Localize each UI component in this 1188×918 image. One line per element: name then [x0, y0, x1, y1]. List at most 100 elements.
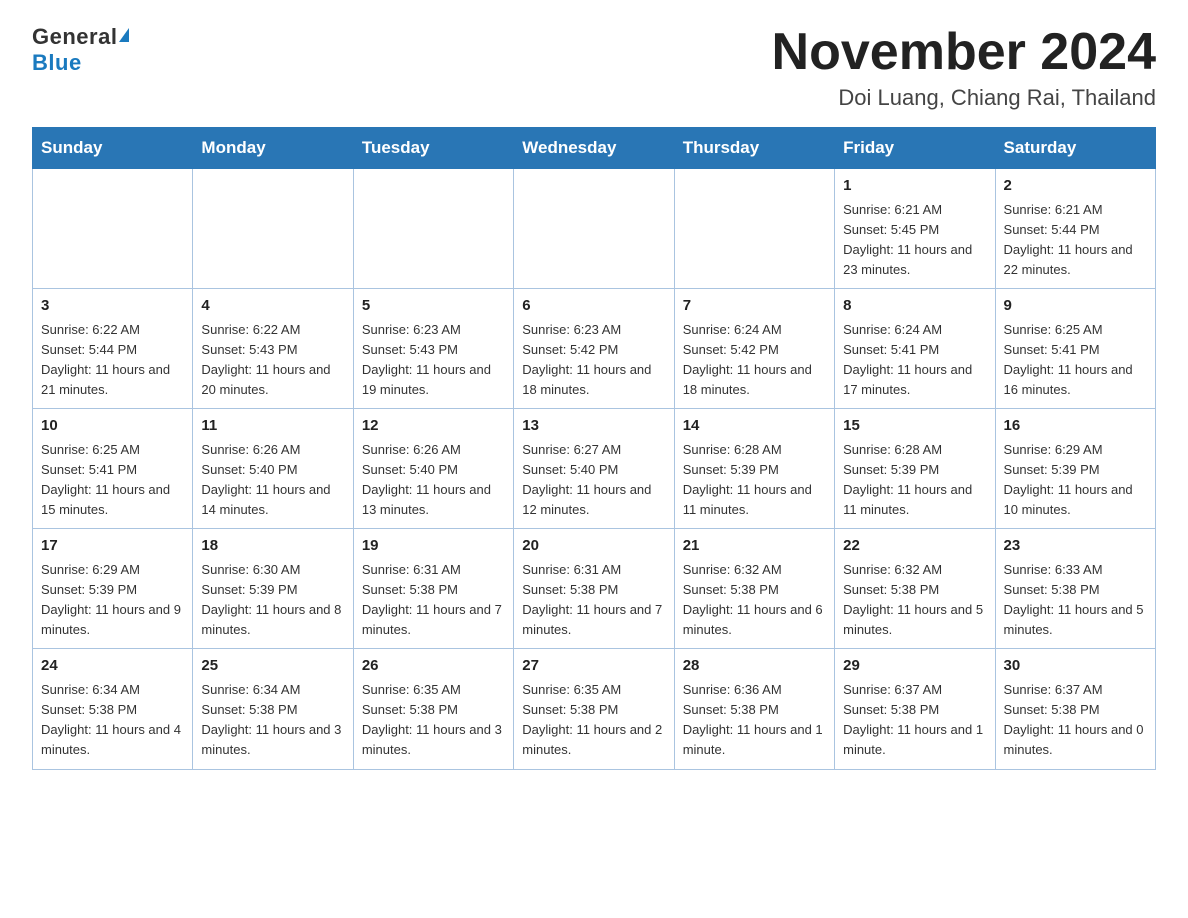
day-number: 17: [41, 535, 184, 558]
day-info: Sunrise: 6:34 AM Sunset: 5:38 PM Dayligh…: [201, 680, 344, 761]
day-info: Sunrise: 6:26 AM Sunset: 5:40 PM Dayligh…: [362, 440, 505, 521]
day-number: 10: [41, 415, 184, 438]
day-number: 5: [362, 295, 505, 318]
day-number: 28: [683, 655, 826, 678]
day-info: Sunrise: 6:24 AM Sunset: 5:42 PM Dayligh…: [683, 320, 826, 401]
day-info: Sunrise: 6:23 AM Sunset: 5:43 PM Dayligh…: [362, 320, 505, 401]
header-saturday: Saturday: [995, 128, 1155, 169]
header-thursday: Thursday: [674, 128, 834, 169]
week-row-5: 24Sunrise: 6:34 AM Sunset: 5:38 PM Dayli…: [33, 649, 1156, 769]
calendar-cell: 9Sunrise: 6:25 AM Sunset: 5:41 PM Daylig…: [995, 289, 1155, 409]
header-monday: Monday: [193, 128, 353, 169]
calendar-cell: [514, 169, 674, 289]
title-area: November 2024 Doi Luang, Chiang Rai, Tha…: [772, 24, 1156, 111]
calendar-cell: 17Sunrise: 6:29 AM Sunset: 5:39 PM Dayli…: [33, 529, 193, 649]
day-number: 25: [201, 655, 344, 678]
logo-blue-text: Blue: [32, 50, 82, 76]
calendar-cell: 27Sunrise: 6:35 AM Sunset: 5:38 PM Dayli…: [514, 649, 674, 769]
calendar-cell: [193, 169, 353, 289]
day-info: Sunrise: 6:31 AM Sunset: 5:38 PM Dayligh…: [522, 560, 665, 641]
day-number: 26: [362, 655, 505, 678]
day-number: 20: [522, 535, 665, 558]
calendar-cell: 11Sunrise: 6:26 AM Sunset: 5:40 PM Dayli…: [193, 409, 353, 529]
week-row-3: 10Sunrise: 6:25 AM Sunset: 5:41 PM Dayli…: [33, 409, 1156, 529]
calendar-cell: 3Sunrise: 6:22 AM Sunset: 5:44 PM Daylig…: [33, 289, 193, 409]
day-info: Sunrise: 6:32 AM Sunset: 5:38 PM Dayligh…: [843, 560, 986, 641]
logo: General Blue: [32, 24, 129, 76]
day-info: Sunrise: 6:26 AM Sunset: 5:40 PM Dayligh…: [201, 440, 344, 521]
day-info: Sunrise: 6:25 AM Sunset: 5:41 PM Dayligh…: [1004, 320, 1147, 401]
header-sunday: Sunday: [33, 128, 193, 169]
calendar-cell: 8Sunrise: 6:24 AM Sunset: 5:41 PM Daylig…: [835, 289, 995, 409]
day-info: Sunrise: 6:24 AM Sunset: 5:41 PM Dayligh…: [843, 320, 986, 401]
month-title: November 2024: [772, 24, 1156, 81]
calendar-cell: [674, 169, 834, 289]
day-info: Sunrise: 6:23 AM Sunset: 5:42 PM Dayligh…: [522, 320, 665, 401]
calendar-cell: 5Sunrise: 6:23 AM Sunset: 5:43 PM Daylig…: [353, 289, 513, 409]
calendar-cell: 10Sunrise: 6:25 AM Sunset: 5:41 PM Dayli…: [33, 409, 193, 529]
header-row: SundayMondayTuesdayWednesdayThursdayFrid…: [33, 128, 1156, 169]
day-number: 3: [41, 295, 184, 318]
day-info: Sunrise: 6:35 AM Sunset: 5:38 PM Dayligh…: [522, 680, 665, 761]
calendar-cell: 23Sunrise: 6:33 AM Sunset: 5:38 PM Dayli…: [995, 529, 1155, 649]
day-info: Sunrise: 6:29 AM Sunset: 5:39 PM Dayligh…: [1004, 440, 1147, 521]
day-info: Sunrise: 6:34 AM Sunset: 5:38 PM Dayligh…: [41, 680, 184, 761]
header-friday: Friday: [835, 128, 995, 169]
day-number: 22: [843, 535, 986, 558]
day-number: 2: [1004, 175, 1147, 198]
day-number: 30: [1004, 655, 1147, 678]
week-row-1: 1Sunrise: 6:21 AM Sunset: 5:45 PM Daylig…: [33, 169, 1156, 289]
day-info: Sunrise: 6:36 AM Sunset: 5:38 PM Dayligh…: [683, 680, 826, 761]
day-number: 24: [41, 655, 184, 678]
day-info: Sunrise: 6:29 AM Sunset: 5:39 PM Dayligh…: [41, 560, 184, 641]
calendar-cell: 13Sunrise: 6:27 AM Sunset: 5:40 PM Dayli…: [514, 409, 674, 529]
day-number: 8: [843, 295, 986, 318]
calendar-cell: 12Sunrise: 6:26 AM Sunset: 5:40 PM Dayli…: [353, 409, 513, 529]
day-number: 14: [683, 415, 826, 438]
day-number: 27: [522, 655, 665, 678]
header: General Blue November 2024 Doi Luang, Ch…: [32, 24, 1156, 111]
day-number: 19: [362, 535, 505, 558]
calendar-cell: 16Sunrise: 6:29 AM Sunset: 5:39 PM Dayli…: [995, 409, 1155, 529]
logo-triangle-icon: [119, 28, 129, 42]
day-info: Sunrise: 6:37 AM Sunset: 5:38 PM Dayligh…: [843, 680, 986, 761]
week-row-4: 17Sunrise: 6:29 AM Sunset: 5:39 PM Dayli…: [33, 529, 1156, 649]
day-number: 6: [522, 295, 665, 318]
header-wednesday: Wednesday: [514, 128, 674, 169]
day-number: 4: [201, 295, 344, 318]
calendar-cell: 30Sunrise: 6:37 AM Sunset: 5:38 PM Dayli…: [995, 649, 1155, 769]
header-tuesday: Tuesday: [353, 128, 513, 169]
day-info: Sunrise: 6:28 AM Sunset: 5:39 PM Dayligh…: [843, 440, 986, 521]
calendar-cell: 25Sunrise: 6:34 AM Sunset: 5:38 PM Dayli…: [193, 649, 353, 769]
day-number: 11: [201, 415, 344, 438]
calendar-table: SundayMondayTuesdayWednesdayThursdayFrid…: [32, 127, 1156, 769]
calendar-cell: 14Sunrise: 6:28 AM Sunset: 5:39 PM Dayli…: [674, 409, 834, 529]
day-info: Sunrise: 6:27 AM Sunset: 5:40 PM Dayligh…: [522, 440, 665, 521]
day-number: 23: [1004, 535, 1147, 558]
day-info: Sunrise: 6:22 AM Sunset: 5:43 PM Dayligh…: [201, 320, 344, 401]
day-info: Sunrise: 6:25 AM Sunset: 5:41 PM Dayligh…: [41, 440, 184, 521]
calendar-cell: 21Sunrise: 6:32 AM Sunset: 5:38 PM Dayli…: [674, 529, 834, 649]
day-number: 21: [683, 535, 826, 558]
calendar-cell: 6Sunrise: 6:23 AM Sunset: 5:42 PM Daylig…: [514, 289, 674, 409]
calendar-cell: 2Sunrise: 6:21 AM Sunset: 5:44 PM Daylig…: [995, 169, 1155, 289]
calendar-cell: 28Sunrise: 6:36 AM Sunset: 5:38 PM Dayli…: [674, 649, 834, 769]
day-info: Sunrise: 6:21 AM Sunset: 5:45 PM Dayligh…: [843, 200, 986, 281]
day-info: Sunrise: 6:35 AM Sunset: 5:38 PM Dayligh…: [362, 680, 505, 761]
day-info: Sunrise: 6:37 AM Sunset: 5:38 PM Dayligh…: [1004, 680, 1147, 761]
calendar-cell: [33, 169, 193, 289]
day-number: 7: [683, 295, 826, 318]
day-number: 29: [843, 655, 986, 678]
calendar-cell: 4Sunrise: 6:22 AM Sunset: 5:43 PM Daylig…: [193, 289, 353, 409]
calendar-cell: 18Sunrise: 6:30 AM Sunset: 5:39 PM Dayli…: [193, 529, 353, 649]
logo-general-text: General: [32, 24, 117, 50]
day-info: Sunrise: 6:22 AM Sunset: 5:44 PM Dayligh…: [41, 320, 184, 401]
location-title: Doi Luang, Chiang Rai, Thailand: [772, 85, 1156, 111]
day-number: 13: [522, 415, 665, 438]
calendar-cell: 7Sunrise: 6:24 AM Sunset: 5:42 PM Daylig…: [674, 289, 834, 409]
day-info: Sunrise: 6:30 AM Sunset: 5:39 PM Dayligh…: [201, 560, 344, 641]
day-number: 9: [1004, 295, 1147, 318]
calendar-cell: 22Sunrise: 6:32 AM Sunset: 5:38 PM Dayli…: [835, 529, 995, 649]
day-number: 18: [201, 535, 344, 558]
day-number: 1: [843, 175, 986, 198]
